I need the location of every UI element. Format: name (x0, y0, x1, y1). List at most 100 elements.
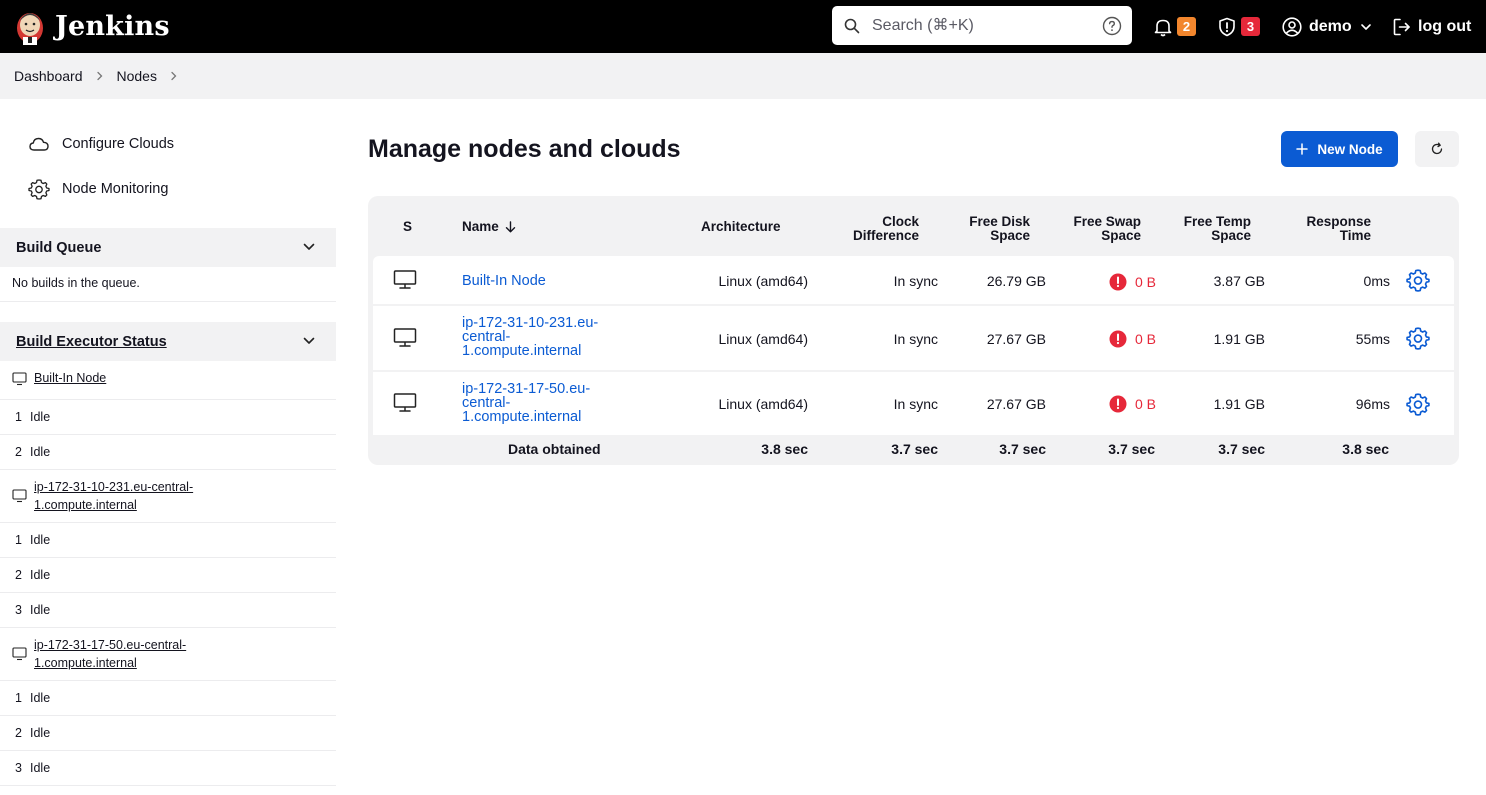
arrow-down-icon (505, 221, 515, 233)
node-free-temp: 3.87 GB (1213, 273, 1265, 289)
user-menu[interactable]: demo (1281, 0, 1372, 53)
bell-icon (1154, 19, 1172, 36)
computer-icon (393, 328, 417, 347)
error-icon (1109, 273, 1127, 291)
user-icon (1282, 16, 1302, 37)
breadcrumb-nodes[interactable]: Nodes (117, 68, 157, 84)
data-obtained-disk: 3.7 sec (999, 441, 1046, 457)
executor-row: 1 Idle (0, 523, 336, 558)
node-configure-gear-icon[interactable] (1406, 268, 1430, 292)
sidebar-item-node-monitoring[interactable]: Node Monitoring (28, 178, 168, 200)
refresh-icon (1431, 142, 1443, 155)
jenkins-home-link[interactable]: Jenkins (14, 7, 170, 47)
error-icon (1109, 330, 1127, 348)
executor-row: 1 Idle (0, 400, 336, 435)
user-name: demo (1309, 17, 1352, 35)
computer-icon (12, 647, 27, 661)
build-queue-empty: No builds in the queue. (0, 267, 336, 302)
computer-icon (393, 270, 417, 289)
node-free-swap: 0 B (1109, 330, 1156, 348)
sidebar-item-label: Configure Clouds (62, 136, 175, 152)
node-free-disk: 26.79 GB (986, 273, 1046, 289)
security-badge: 3 (1241, 17, 1260, 36)
node-link-ip-172-31-17-50[interactable]: ip-172-31-17-50.eu- central- 1.compute.i… (462, 382, 590, 425)
node-configure-gear-icon[interactable] (1406, 326, 1430, 350)
node-free-swap: 0 B (1109, 273, 1156, 291)
node-architecture: Linux (amd64) (718, 396, 809, 412)
help-icon[interactable] (1102, 16, 1122, 36)
node-architecture: Linux (amd64) (718, 273, 809, 289)
build-queue-title: Build Queue (16, 239, 102, 256)
data-obtained-response: 3.8 sec (1342, 441, 1389, 457)
column-header-free-disk-space[interactable]: Free Disk Space (969, 215, 1030, 242)
build-queue-header[interactable]: Build Queue (0, 228, 336, 267)
column-header-response-time[interactable]: Response Time (1306, 215, 1371, 242)
column-header-clock-difference[interactable]: Clock Difference (853, 215, 919, 242)
column-header-architecture[interactable]: Architecture (701, 220, 781, 234)
node-clock: In sync (893, 273, 938, 289)
notifications-button[interactable]: 2 (1152, 0, 1196, 53)
gear-icon (28, 179, 50, 200)
data-obtained-clock: 3.7 sec (891, 441, 938, 457)
search-box[interactable] (832, 6, 1132, 45)
search-input[interactable] (872, 16, 1092, 35)
security-button[interactable]: 3 (1216, 0, 1260, 53)
new-node-label: New Node (1317, 141, 1383, 157)
executor-computer: ip-172-31-10-231.eu-central- 1.compute.i… (0, 470, 336, 523)
column-header-name[interactable]: Name (462, 220, 516, 234)
node-free-disk: 27.67 GB (986, 396, 1046, 412)
node-response-time: 55ms (1355, 331, 1390, 347)
logout-link[interactable]: log out (1391, 0, 1471, 53)
chevron-down-icon (303, 243, 315, 250)
column-header-free-swap-space[interactable]: Free Swap Space (1073, 215, 1141, 242)
top-bar: Jenkins 2 3 de (0, 0, 1486, 53)
node-free-disk: 27.67 GB (986, 331, 1046, 347)
chevron-right-icon[interactable] (169, 71, 179, 81)
table-row: ip-172-31-17-50.eu- central- 1.compute.i… (373, 372, 1454, 435)
logout-icon (1393, 18, 1410, 35)
executor-row: 2 Idle (0, 435, 336, 470)
executor-status-header[interactable]: Build Executor Status (0, 322, 336, 361)
node-free-temp: 1.91 GB (1213, 331, 1265, 347)
plus-icon (1296, 143, 1309, 155)
executor-row: 2 Idle (0, 558, 336, 593)
executor-row: 1 Idle (0, 681, 336, 716)
jenkins-logo-icon (17, 12, 43, 45)
sidebar-item-configure-clouds[interactable]: Configure Clouds (28, 133, 174, 155)
executor-row: 3 Idle (0, 593, 336, 628)
executor-computer-link[interactable]: Built-In Node (34, 369, 106, 387)
node-free-temp: 1.91 GB (1213, 396, 1265, 412)
search-icon (844, 18, 860, 33)
node-link-ip-172-31-10-231[interactable]: ip-172-31-10-231.eu- central- 1.compute.… (462, 316, 598, 359)
table-row: Built-In Node Linux (amd64) In sync 26.7… (373, 256, 1454, 304)
executor-computer-link[interactable]: ip-172-31-17-50.eu-central- 1.compute.in… (34, 636, 186, 672)
executor-row: 3 Idle (0, 751, 336, 786)
chevron-down-icon (303, 337, 315, 344)
data-obtained-swap: 3.7 sec (1108, 441, 1155, 457)
sidebar-item-label: Node Monitoring (62, 181, 169, 197)
node-clock: In sync (893, 331, 938, 347)
executor-row: 2 Idle (0, 716, 336, 751)
node-configure-gear-icon[interactable] (1406, 392, 1430, 416)
error-icon (1109, 395, 1127, 413)
column-header-free-temp-space[interactable]: Free Temp Space (1184, 215, 1251, 242)
node-architecture: Linux (amd64) (718, 331, 809, 347)
table-row: ip-172-31-10-231.eu- central- 1.compute.… (373, 306, 1454, 370)
computer-icon (393, 393, 417, 412)
computer-icon (12, 372, 27, 386)
chevron-down-icon (1360, 23, 1371, 30)
new-node-button[interactable]: New Node (1281, 131, 1398, 167)
data-obtained-label: Data obtained (508, 441, 601, 457)
breadcrumb-dashboard[interactable]: Dashboard (14, 68, 83, 84)
node-response-time: 0ms (1363, 273, 1390, 289)
cloud-icon (29, 137, 49, 151)
executor-status-title[interactable]: Build Executor Status (16, 334, 167, 350)
executor-computer: ip-172-31-17-50.eu-central- 1.compute.in… (0, 628, 336, 681)
node-link-built-in[interactable]: Built-In Node (462, 274, 546, 289)
refresh-button[interactable] (1415, 131, 1459, 167)
executor-computer-link[interactable]: ip-172-31-10-231.eu-central- 1.compute.i… (34, 478, 193, 514)
node-free-swap: 0 B (1109, 395, 1156, 413)
data-obtained-architecture: 3.8 sec (761, 441, 808, 457)
column-header-status[interactable]: S (403, 220, 412, 234)
breadcrumb: Dashboard Nodes (0, 53, 1486, 99)
